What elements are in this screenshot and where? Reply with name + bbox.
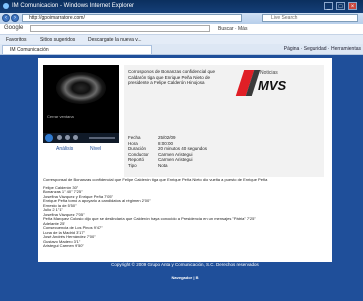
page-content: Cerrar ventana Análisis Nivel Corrospono… — [38, 58, 332, 262]
disc-visual — [56, 72, 106, 104]
google-search-input[interactable] — [30, 25, 210, 32]
logo-mvs: MVS — [258, 78, 287, 93]
google-toolbar: Google Buscar · Más — [0, 24, 363, 35]
media-player: Cerrar ventana — [43, 65, 119, 133]
rewind-icon[interactable] — [65, 135, 70, 140]
footer-nav[interactable]: Navegador | B — [38, 275, 332, 280]
stop-icon[interactable] — [57, 135, 62, 140]
window-title: IM Comunicacion - Windows Internet Explo… — [12, 3, 135, 9]
announcement-description: Corrosponos de Bonanzas confidencial que… — [128, 69, 216, 85]
forward-icon[interactable] — [73, 135, 78, 140]
analysis-link[interactable]: Análisis — [56, 146, 73, 152]
close-button[interactable]: × — [348, 2, 357, 10]
maximize-button[interactable]: □ — [336, 2, 345, 10]
body-line: Aristegui Carmen 9'50" — [43, 243, 84, 248]
suggested-sites-link[interactable]: Sitios sugeridos — [40, 37, 75, 43]
logo-noticias: Noticias — [260, 70, 278, 76]
ie-icon — [3, 3, 9, 9]
tab-im-comunicacion[interactable]: IM Comunicación — [2, 45, 152, 54]
metadata-list: Fecha 25/02/09 Hora 8:00:00 Duración 20 min… — [128, 135, 208, 168]
window-titlebar: IM Comunicacion - Windows Internet Explo… — [0, 0, 363, 13]
address-input[interactable]: http://gpoimarratore.com/ — [22, 14, 242, 22]
address-toolbar: ‹ › http://gpoimarratore.com/ Live Searc… — [0, 13, 363, 24]
level-link[interactable]: Nivel — [90, 146, 101, 152]
favorites-button[interactable]: Favoritos — [6, 37, 27, 43]
copyright-text: Copyright © 2009 Grupo Anta y Comunicaci… — [111, 262, 259, 267]
favorites-bar: Favoritos Sitios sugeridos Descargate la… — [0, 35, 363, 44]
command-bar[interactable]: Página · Seguridad · Herramientas — [284, 46, 361, 52]
download-link[interactable]: Descargate la nueva v... — [88, 37, 142, 43]
google-search-button[interactable]: Buscar — [218, 26, 234, 32]
minimize-button[interactable]: _ — [324, 2, 333, 10]
back-icon[interactable]: ‹ — [2, 14, 10, 22]
mvs-logo: Noticias MVS — [235, 69, 287, 97]
google-more-button[interactable]: Más — [238, 26, 247, 32]
player-title: Cerrar ventana — [47, 114, 74, 119]
google-label: Google — [4, 25, 24, 31]
tab-bar: IM Comunicación Página · Seguridad · Her… — [0, 44, 363, 55]
player-controls — [43, 133, 119, 143]
volume-slider[interactable] — [89, 137, 115, 139]
body-text: Corresponsal de Bonanzas confidencial qu… — [43, 177, 325, 249]
tab-label: IM Comunicación — [10, 47, 49, 53]
play-icon[interactable] — [45, 134, 53, 142]
search-input[interactable]: Live Search — [262, 14, 358, 22]
forward-icon[interactable]: › — [11, 14, 19, 22]
announcement-panel: Corrosponos de Bonanzas confidencial que… — [124, 65, 324, 177]
